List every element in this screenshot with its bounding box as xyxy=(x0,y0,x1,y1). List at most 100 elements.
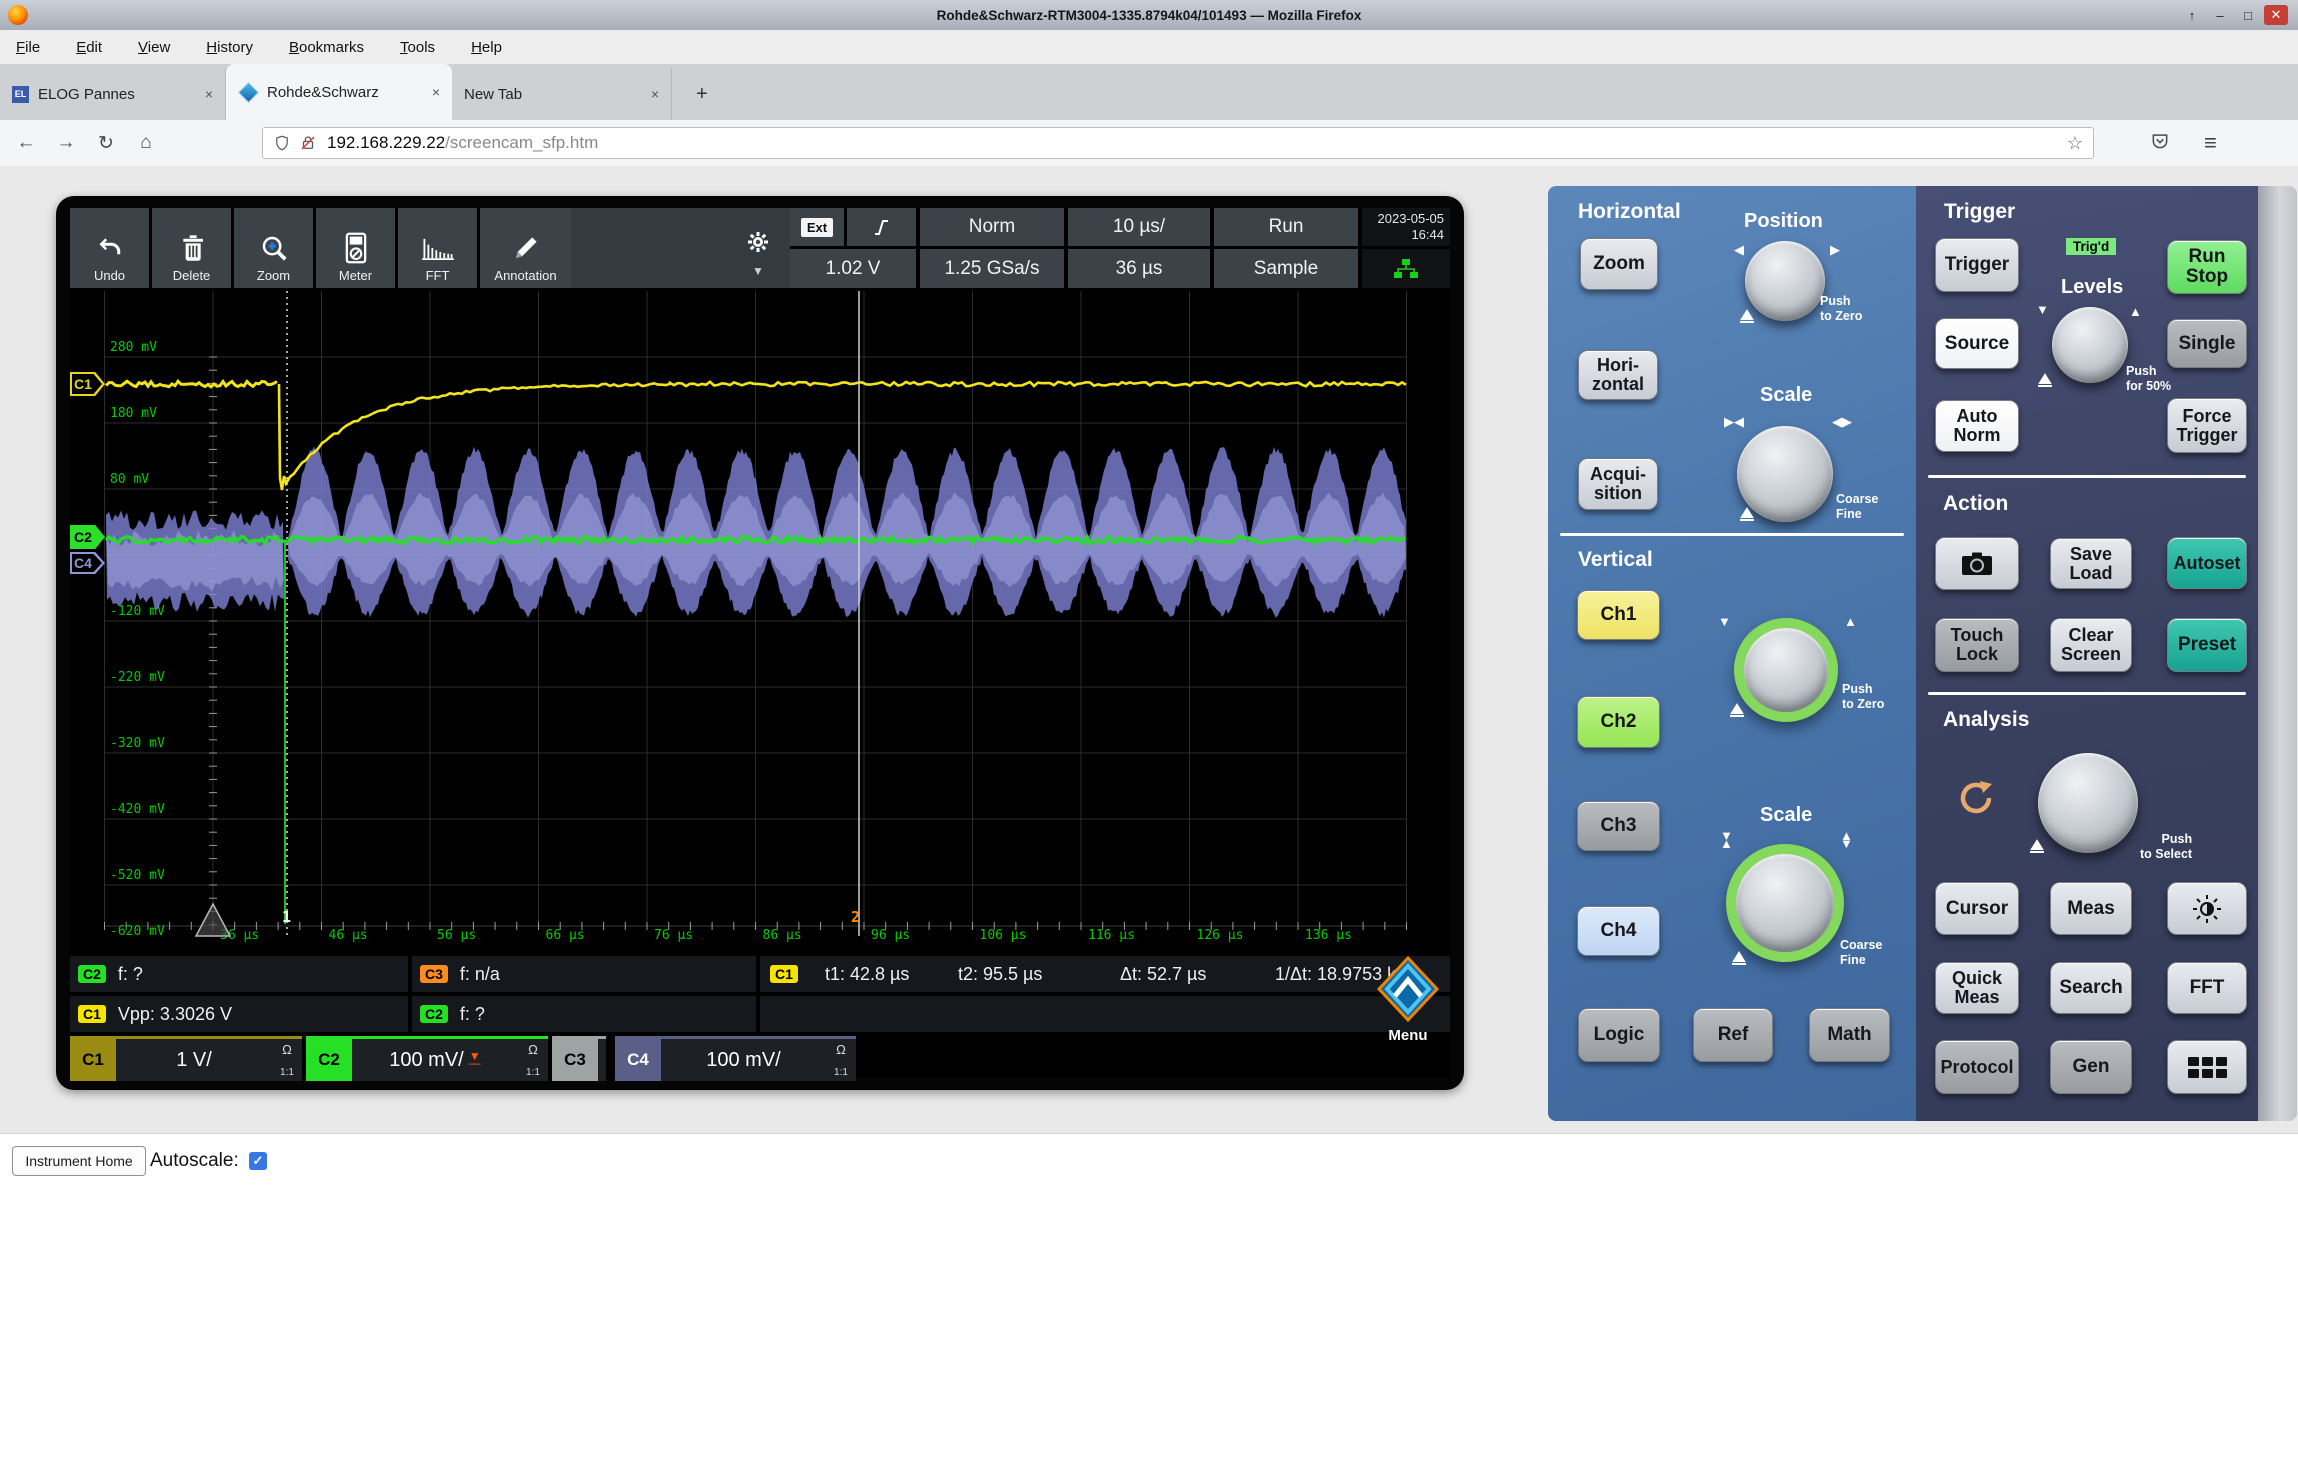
clear-screen-button[interactable]: Clear Screen xyxy=(2050,618,2132,672)
quick-meas-button[interactable]: Quick Meas xyxy=(1935,962,2019,1014)
menu-history[interactable]: History xyxy=(206,39,253,56)
run-stop-button[interactable]: Run Stop xyxy=(2167,240,2247,294)
measurement-3[interactable]: C1 Vpp: 3.3026 V xyxy=(70,996,408,1032)
window-shade-button[interactable]: ↑ xyxy=(2180,5,2204,25)
autoscale-checkbox[interactable]: ✓ xyxy=(249,1152,267,1170)
channel1-marker[interactable]: C1 xyxy=(70,372,105,396)
apps-button[interactable] xyxy=(2167,1040,2247,1094)
single-button[interactable]: Single xyxy=(2167,319,2247,368)
horizontal-menu-button[interactable]: Hori- zontal xyxy=(1578,350,1658,400)
trigger-edge-cell[interactable] xyxy=(847,208,916,246)
sample-rate-cell[interactable]: 1.25 GSa/s xyxy=(920,249,1064,288)
intensity-button[interactable] xyxy=(2167,882,2247,935)
insecure-lock-icon[interactable] xyxy=(299,134,317,152)
channel2-settings[interactable]: C2 100 mV/ ▼— Ω1:1 xyxy=(306,1036,548,1081)
scope-annotation-button[interactable]: Annotation xyxy=(480,208,571,288)
protocol-button[interactable]: Protocol xyxy=(1935,1040,2019,1094)
app-menu-icon[interactable]: ≡ xyxy=(2204,130,2217,156)
search-button[interactable]: Search xyxy=(2050,962,2132,1014)
menu-tools[interactable]: Tools xyxy=(400,39,435,56)
chevron-down-icon[interactable]: ▼ xyxy=(752,264,764,278)
rs-menu-button[interactable]: Menu xyxy=(1375,956,1441,1066)
preset-button[interactable]: Preset xyxy=(2167,618,2247,672)
channel1-settings[interactable]: C1 1 V/ Ω1:1 xyxy=(70,1036,302,1081)
menu-view[interactable]: View xyxy=(138,39,170,56)
pocket-icon[interactable] xyxy=(2150,131,2170,156)
scope-screen[interactable]: Undo Delete Zoom Meter FFT Annotation ▼ … xyxy=(70,208,1450,1078)
tab-elog-pannes[interactable]: EL ELOG Pannes × xyxy=(0,68,226,120)
tab-close-icon[interactable]: × xyxy=(205,86,213,102)
trigger-level-cell[interactable]: 1.02 V xyxy=(790,249,916,288)
gear-icon[interactable] xyxy=(746,230,770,259)
tab-close-icon[interactable]: × xyxy=(432,84,440,100)
window-close-button[interactable]: ✕ xyxy=(2264,5,2288,25)
menu-bookmarks[interactable]: Bookmarks xyxy=(289,39,364,56)
measurement-1[interactable]: C2 f: ? xyxy=(70,956,408,992)
meas-button[interactable]: Meas xyxy=(2050,882,2132,935)
shield-icon[interactable] xyxy=(273,134,291,152)
trigger-source-cell[interactable]: Ext xyxy=(790,208,844,246)
horizontal-zoom-button[interactable]: Zoom xyxy=(1580,238,1658,290)
window-minimize-button[interactable]: – xyxy=(2208,5,2232,25)
waveform-display[interactable]: 280 mV180 mV80 mV-120 mV-220 mV-320 mV-4… xyxy=(70,288,1450,953)
autoset-button[interactable]: Autoset xyxy=(2167,537,2247,589)
vertical-scale-knob[interactable] xyxy=(1736,854,1834,952)
force-trigger-button[interactable]: Force Trigger xyxy=(2167,398,2247,453)
navigation-knob[interactable] xyxy=(2038,753,2138,853)
trigger-source-button[interactable]: Source xyxy=(1935,318,2019,369)
run-state-cell[interactable]: Run xyxy=(1214,208,1358,246)
touch-lock-button[interactable]: Touch Lock xyxy=(1935,618,2019,672)
channel3-button[interactable]: Ch3 xyxy=(1577,801,1660,851)
home-icon[interactable]: ⌂ xyxy=(126,132,166,154)
tab-close-icon[interactable]: × xyxy=(651,86,659,102)
trigger-mode-cell[interactable]: Norm xyxy=(920,208,1064,246)
logic-button[interactable]: Logic xyxy=(1578,1008,1660,1062)
trigger-menu-button[interactable]: Trigger xyxy=(1935,238,2019,292)
measurement-4[interactable]: C2 f: ? xyxy=(412,996,756,1032)
screenshot-button[interactable] xyxy=(1935,537,2019,590)
acquisition-time-cell[interactable]: 36 µs xyxy=(1068,249,1210,288)
reload-icon[interactable]: ↻ xyxy=(86,132,126,155)
menu-help[interactable]: Help xyxy=(471,39,502,56)
channel2-button[interactable]: Ch2 xyxy=(1577,696,1660,748)
cursor-button[interactable]: Cursor xyxy=(1935,882,2019,935)
channel4-marker[interactable]: C4 xyxy=(70,552,105,574)
acquisition-mode-cell[interactable]: Sample xyxy=(1214,249,1358,288)
acquisition-button[interactable]: Acqui- sition xyxy=(1578,458,1658,510)
auto-norm-button[interactable]: Auto Norm xyxy=(1935,400,2019,452)
channel1-button[interactable]: Ch1 xyxy=(1577,590,1660,640)
tab-rohde-schwarz[interactable]: Rohde&Schwarz × xyxy=(226,64,452,120)
fft-button[interactable]: FFT xyxy=(2167,962,2247,1014)
url-bar[interactable]: 192.168.229.22/screencam_sfp.htm ☆ xyxy=(262,127,2094,159)
trigger-level-knob[interactable] xyxy=(2052,307,2128,383)
back-icon[interactable]: ← xyxy=(6,132,46,154)
horizontal-position-knob[interactable] xyxy=(1745,241,1825,321)
new-tab-button[interactable]: + xyxy=(696,83,708,106)
vertical-position-knob[interactable] xyxy=(1744,628,1828,712)
channel4-settings[interactable]: C4 100 mV/ Ω1:1 xyxy=(615,1036,856,1081)
cursor-results-row[interactable]: C1 t1: 42.8 µs t2: 95.5 µs Δt: 52.7 µs 1… xyxy=(760,956,1450,992)
ref-button[interactable]: Ref xyxy=(1693,1008,1773,1062)
scope-undo-button[interactable]: Undo xyxy=(70,208,149,288)
scope-zoom-button[interactable]: Zoom xyxy=(234,208,313,288)
scope-delete-button[interactable]: Delete xyxy=(152,208,231,288)
gen-button[interactable]: Gen xyxy=(2050,1040,2132,1094)
forward-icon[interactable]: → xyxy=(46,132,86,154)
save-load-button[interactable]: Save Load xyxy=(2050,538,2132,589)
window-maximize-button[interactable]: □ xyxy=(2236,5,2260,25)
tab-new-tab[interactable]: New Tab × xyxy=(452,68,672,120)
channel4-button[interactable]: Ch4 xyxy=(1577,906,1660,956)
channel3-settings[interactable]: C3 xyxy=(552,1036,606,1081)
bookmark-star-icon[interactable]: ☆ xyxy=(2067,133,2083,154)
menu-edit[interactable]: Edit xyxy=(76,39,102,56)
scope-meter-button[interactable]: Meter xyxy=(316,208,395,288)
instrument-home-button[interactable]: Instrument Home xyxy=(12,1146,146,1176)
measurement-2[interactable]: C3 f: n/a xyxy=(412,956,756,992)
channel2-badge: C2 xyxy=(78,965,106,983)
url-text[interactable]: 192.168.229.22/screencam_sfp.htm xyxy=(327,133,2067,153)
math-button[interactable]: Math xyxy=(1809,1008,1890,1062)
timebase-cell[interactable]: 10 µs/ xyxy=(1068,208,1210,246)
menu-file[interactable]: File xyxy=(16,39,40,56)
channel2-marker[interactable]: C2 xyxy=(70,525,105,549)
scope-fft-button[interactable]: FFT xyxy=(398,208,477,288)
